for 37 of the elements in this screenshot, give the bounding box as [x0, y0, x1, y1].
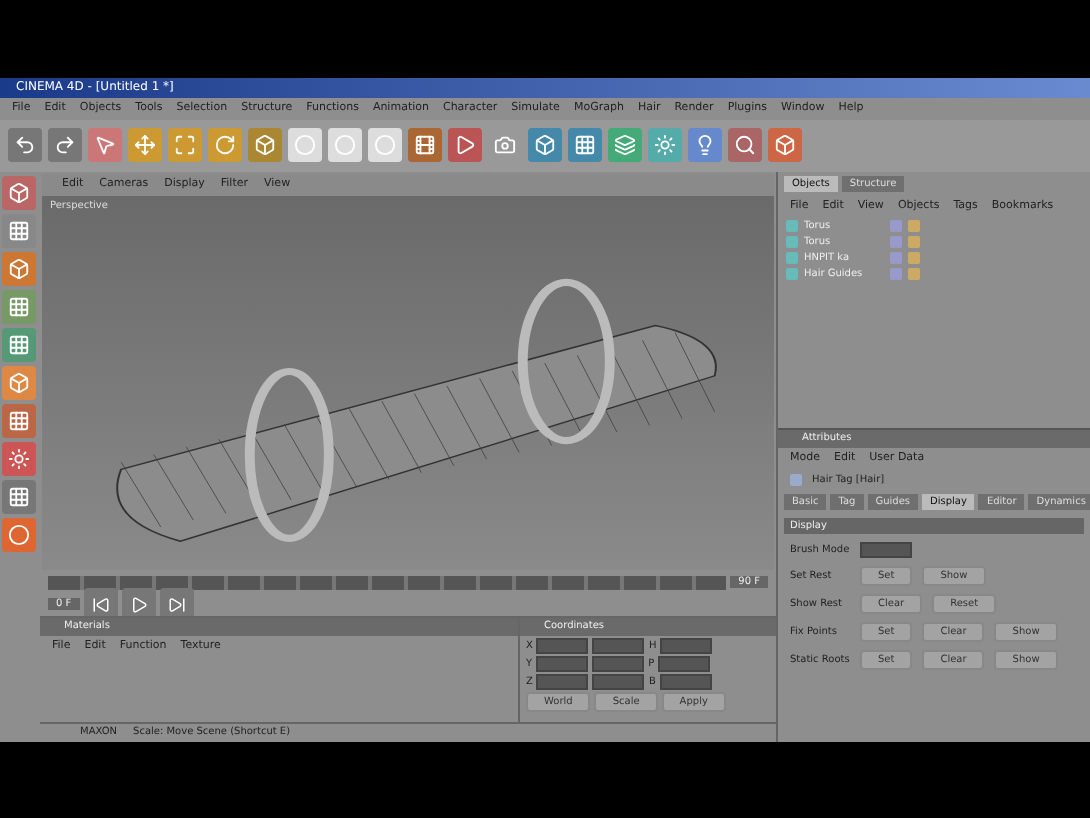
undo-icon[interactable]: [8, 128, 42, 162]
cube-icon[interactable]: [2, 251, 36, 285]
redo-icon[interactable]: [48, 128, 82, 162]
rotate-icon[interactable]: [208, 128, 242, 162]
cube-icon[interactable]: [768, 128, 802, 162]
input-field[interactable]: [660, 637, 713, 653]
move-icon[interactable]: [128, 128, 162, 162]
grid-icon[interactable]: [2, 403, 36, 437]
film-icon[interactable]: [408, 128, 442, 162]
input-field[interactable]: [536, 637, 589, 653]
cube-icon[interactable]: [2, 365, 36, 399]
layers-icon[interactable]: [608, 128, 642, 162]
input-field[interactable]: [659, 673, 712, 689]
cube-icon[interactable]: [2, 175, 36, 209]
circle-icon[interactable]: [2, 517, 36, 551]
tag-icon: [790, 473, 802, 485]
grid-icon[interactable]: [2, 479, 36, 513]
input-field[interactable]: [658, 655, 711, 671]
grid-icon[interactable]: [2, 327, 36, 361]
grid-icon[interactable]: [568, 128, 602, 162]
search-icon[interactable]: [728, 128, 762, 162]
input-field[interactable]: [859, 541, 912, 557]
play-icon[interactable]: [448, 128, 482, 162]
grid-icon[interactable]: [2, 289, 36, 323]
input-field[interactable]: [592, 637, 645, 653]
sun-icon[interactable]: [2, 441, 36, 475]
input-field[interactable]: [536, 673, 589, 689]
light-icon[interactable]: [688, 128, 722, 162]
input-field[interactable]: [536, 655, 589, 671]
scale-icon[interactable]: [168, 128, 202, 162]
pointer-icon[interactable]: [88, 128, 122, 162]
input-field[interactable]: [592, 673, 645, 689]
cube-icon[interactable]: [248, 128, 282, 162]
cube-icon[interactable]: [528, 128, 562, 162]
input-field[interactable]: [592, 655, 645, 671]
grid-icon[interactable]: [2, 213, 36, 247]
sun-icon[interactable]: [648, 128, 682, 162]
